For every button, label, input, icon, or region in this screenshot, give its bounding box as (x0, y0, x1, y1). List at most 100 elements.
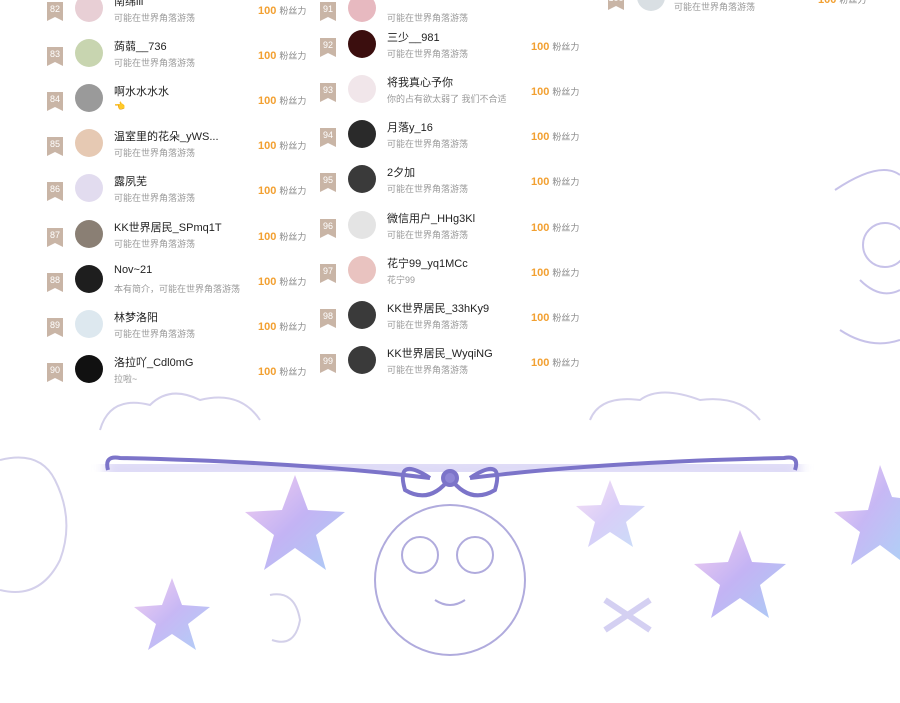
ranking-row[interactable]: 96 微信用户_HHg3Kl 可能在世界角落游荡 100 粉丝力 (320, 208, 590, 253)
avatar[interactable] (348, 256, 376, 284)
user-name[interactable]: 洛拉吖_Cdl0mG (114, 354, 193, 370)
ranking-row[interactable]: 84 啊水水水水 👈 100 粉丝力 (47, 81, 317, 126)
user-signature: 本有简介，可能在世界角落游荡 (114, 284, 241, 294)
avatar[interactable] (75, 220, 103, 248)
user-name[interactable]: 将我真心予你 (387, 74, 453, 90)
fan-power-unit: 粉丝力 (552, 177, 580, 187)
avatar[interactable] (75, 39, 103, 67)
ranking-row[interactable]: 82 南绵lll 可能在世界角落游荡 100 粉丝力 (47, 0, 317, 36)
fan-power: 100 粉丝力 (258, 225, 306, 244)
ranking-row[interactable]: 97 花宁99_yq1MCc 花宁99 100 粉丝力 (320, 253, 590, 298)
user-name[interactable]: 三少__981 (387, 29, 440, 45)
user-signature: 可能在世界角落游荡 (387, 320, 469, 330)
rank-badge: 92 (320, 38, 336, 57)
user-signature: 可能在世界角落游荡 (114, 329, 196, 339)
avatar[interactable] (348, 0, 376, 22)
user-name[interactable]: KK世界居民_SPmq1T (114, 219, 222, 235)
user-name[interactable]: KK世界居民_33hKy9 (387, 300, 489, 316)
user-name[interactable]: 月落y_16 (387, 119, 433, 135)
ranking-row[interactable]: 83 蒟蒻__736 可能在世界角落游荡 100 粉丝力 (47, 36, 317, 81)
fan-power-value: 100 (258, 50, 277, 62)
rank-badge: 87 (47, 228, 63, 247)
ranking-row[interactable]: 93 将我真心予你 你的占有欲太弱了 我们不合适 100 粉丝力 (320, 72, 590, 117)
user-name[interactable]: 花宁99_yq1MCc (387, 255, 468, 271)
user-name[interactable]: 林梦洛阳 (114, 309, 158, 325)
avatar[interactable] (348, 211, 376, 239)
avatar[interactable] (348, 75, 376, 103)
fan-power-value: 100 (531, 131, 550, 143)
ranking-row[interactable]: 90 洛拉吖_Cdl0mG 拉啦~ 100 粉丝力 (47, 352, 317, 397)
ranking-row[interactable]: 88 Nov~21 本有简介，可能在世界角落游荡 100 粉丝力 (47, 262, 317, 307)
user-signature: 可能在世界角落游荡 (387, 365, 469, 375)
fan-power-value: 100 (258, 95, 277, 107)
avatar[interactable] (75, 310, 103, 338)
fan-power-value: 100 (258, 5, 277, 17)
user-name[interactable]: 啊水水水水 (114, 83, 169, 99)
fan-power: 100 粉丝力 (531, 170, 579, 189)
ranking-row[interactable]: 94 月落y_16 可能在世界角落游荡 100 粉丝力 (320, 117, 590, 162)
fan-power: 100 粉丝力 (258, 134, 306, 153)
fan-power-value: 100 (531, 41, 550, 53)
rank-badge: 83 (47, 47, 63, 66)
fan-power: 100 粉丝力 (258, 179, 306, 198)
fan-power: 100 粉丝力 (258, 44, 306, 63)
user-name[interactable]: 蒟蒻__736 (114, 38, 167, 54)
user-name[interactable]: 露夙芜 (114, 173, 147, 189)
ranking-row[interactable]: 87 KK世界居民_SPmq1T 可能在世界角落游荡 100 粉丝力 (47, 217, 317, 262)
avatar[interactable] (348, 165, 376, 193)
rank-badge: 90 (47, 363, 63, 382)
fan-power-unit: 粉丝力 (279, 51, 307, 61)
user-name[interactable]: KK世界居民_WyqiNG (387, 345, 493, 361)
avatar[interactable] (348, 120, 376, 148)
avatar[interactable] (348, 346, 376, 374)
user-name[interactable]: 微信用户_HHg3Kl (387, 210, 475, 226)
user-name[interactable]: 温室里的花朵_yWS... (114, 128, 219, 144)
ranking-row[interactable]: 86 露夙芜 可能在世界角落游荡 100 粉丝力 (47, 171, 317, 216)
fan-power-unit: 粉丝力 (552, 358, 580, 368)
avatar[interactable] (75, 355, 103, 383)
fan-power: 100 粉丝力 (258, 315, 306, 334)
user-name[interactable]: 南绵lll (114, 0, 143, 9)
fan-power-value: 100 (531, 312, 550, 324)
user-signature: 可能在世界角落游荡 (387, 13, 469, 23)
fan-power-value: 100 (258, 366, 277, 378)
fan-power-unit: 粉丝力 (279, 367, 307, 377)
user-name[interactable]: Nov~21 (114, 264, 152, 276)
avatar[interactable] (75, 174, 103, 202)
ranking-row[interactable]: 100可能在世界角落游荡100粉丝力 (593, 0, 866, 25)
user-signature: 可能在世界角落游荡 (114, 193, 196, 203)
user-signature: 可能在世界角落游荡 (114, 13, 196, 23)
fan-power-unit: 粉丝力 (279, 141, 307, 151)
rank-badge: 98 (320, 309, 336, 328)
avatar[interactable] (75, 129, 103, 157)
rank-badge: 99 (320, 354, 336, 373)
ranking-row[interactable]: 98 KK世界居民_33hKy9 可能在世界角落游荡 100 粉丝力 (320, 298, 590, 343)
star-decorations (134, 465, 900, 650)
fan-power-value: 100 (258, 231, 277, 243)
rank-badge: 82 (47, 2, 63, 21)
avatar[interactable] (348, 30, 376, 58)
avatar[interactable] (75, 265, 103, 293)
fan-power-unit: 粉丝力 (279, 322, 307, 332)
fan-power-value: 100 (531, 267, 550, 279)
avatar[interactable] (75, 0, 103, 22)
avatar[interactable] (75, 84, 103, 112)
ranking-row[interactable]: 99 KK世界居民_WyqiNG 可能在世界角落游荡 100 粉丝力 (320, 343, 590, 388)
fan-power-unit: 粉丝力 (552, 42, 580, 52)
avatar[interactable] (348, 301, 376, 329)
fan-power-value: 100 (531, 86, 550, 98)
fan-power: 100 粉丝力 (818, 0, 866, 7)
doodle-right (834, 169, 900, 345)
user-signature: 可能在世界角落游荡 (387, 49, 469, 59)
user-signature: 可能在世界角落游荡 (387, 184, 469, 194)
user-name[interactable]: 2夕加 (387, 164, 415, 180)
avatar[interactable] (637, 0, 665, 11)
ranking-row[interactable]: 92 三少__981 可能在世界角落游荡 100 粉丝力 (320, 27, 590, 72)
ranking-row[interactable]: 95 2夕加 可能在世界角落游荡 100 粉丝力 (320, 162, 590, 207)
ranking-row[interactable]: 89 林梦洛阳可能在世界角落游荡 100 粉丝力 (47, 307, 317, 352)
fan-power-unit: 粉丝力 (839, 0, 867, 5)
fan-power: 100 粉丝力 (531, 125, 579, 144)
rank-badge: 91 (320, 2, 336, 21)
ranking-row[interactable]: 85 温室里的花朵_yWS... 可能在世界角落游荡 100 粉丝力 (47, 126, 317, 171)
rank-badge: 89 (47, 318, 63, 337)
